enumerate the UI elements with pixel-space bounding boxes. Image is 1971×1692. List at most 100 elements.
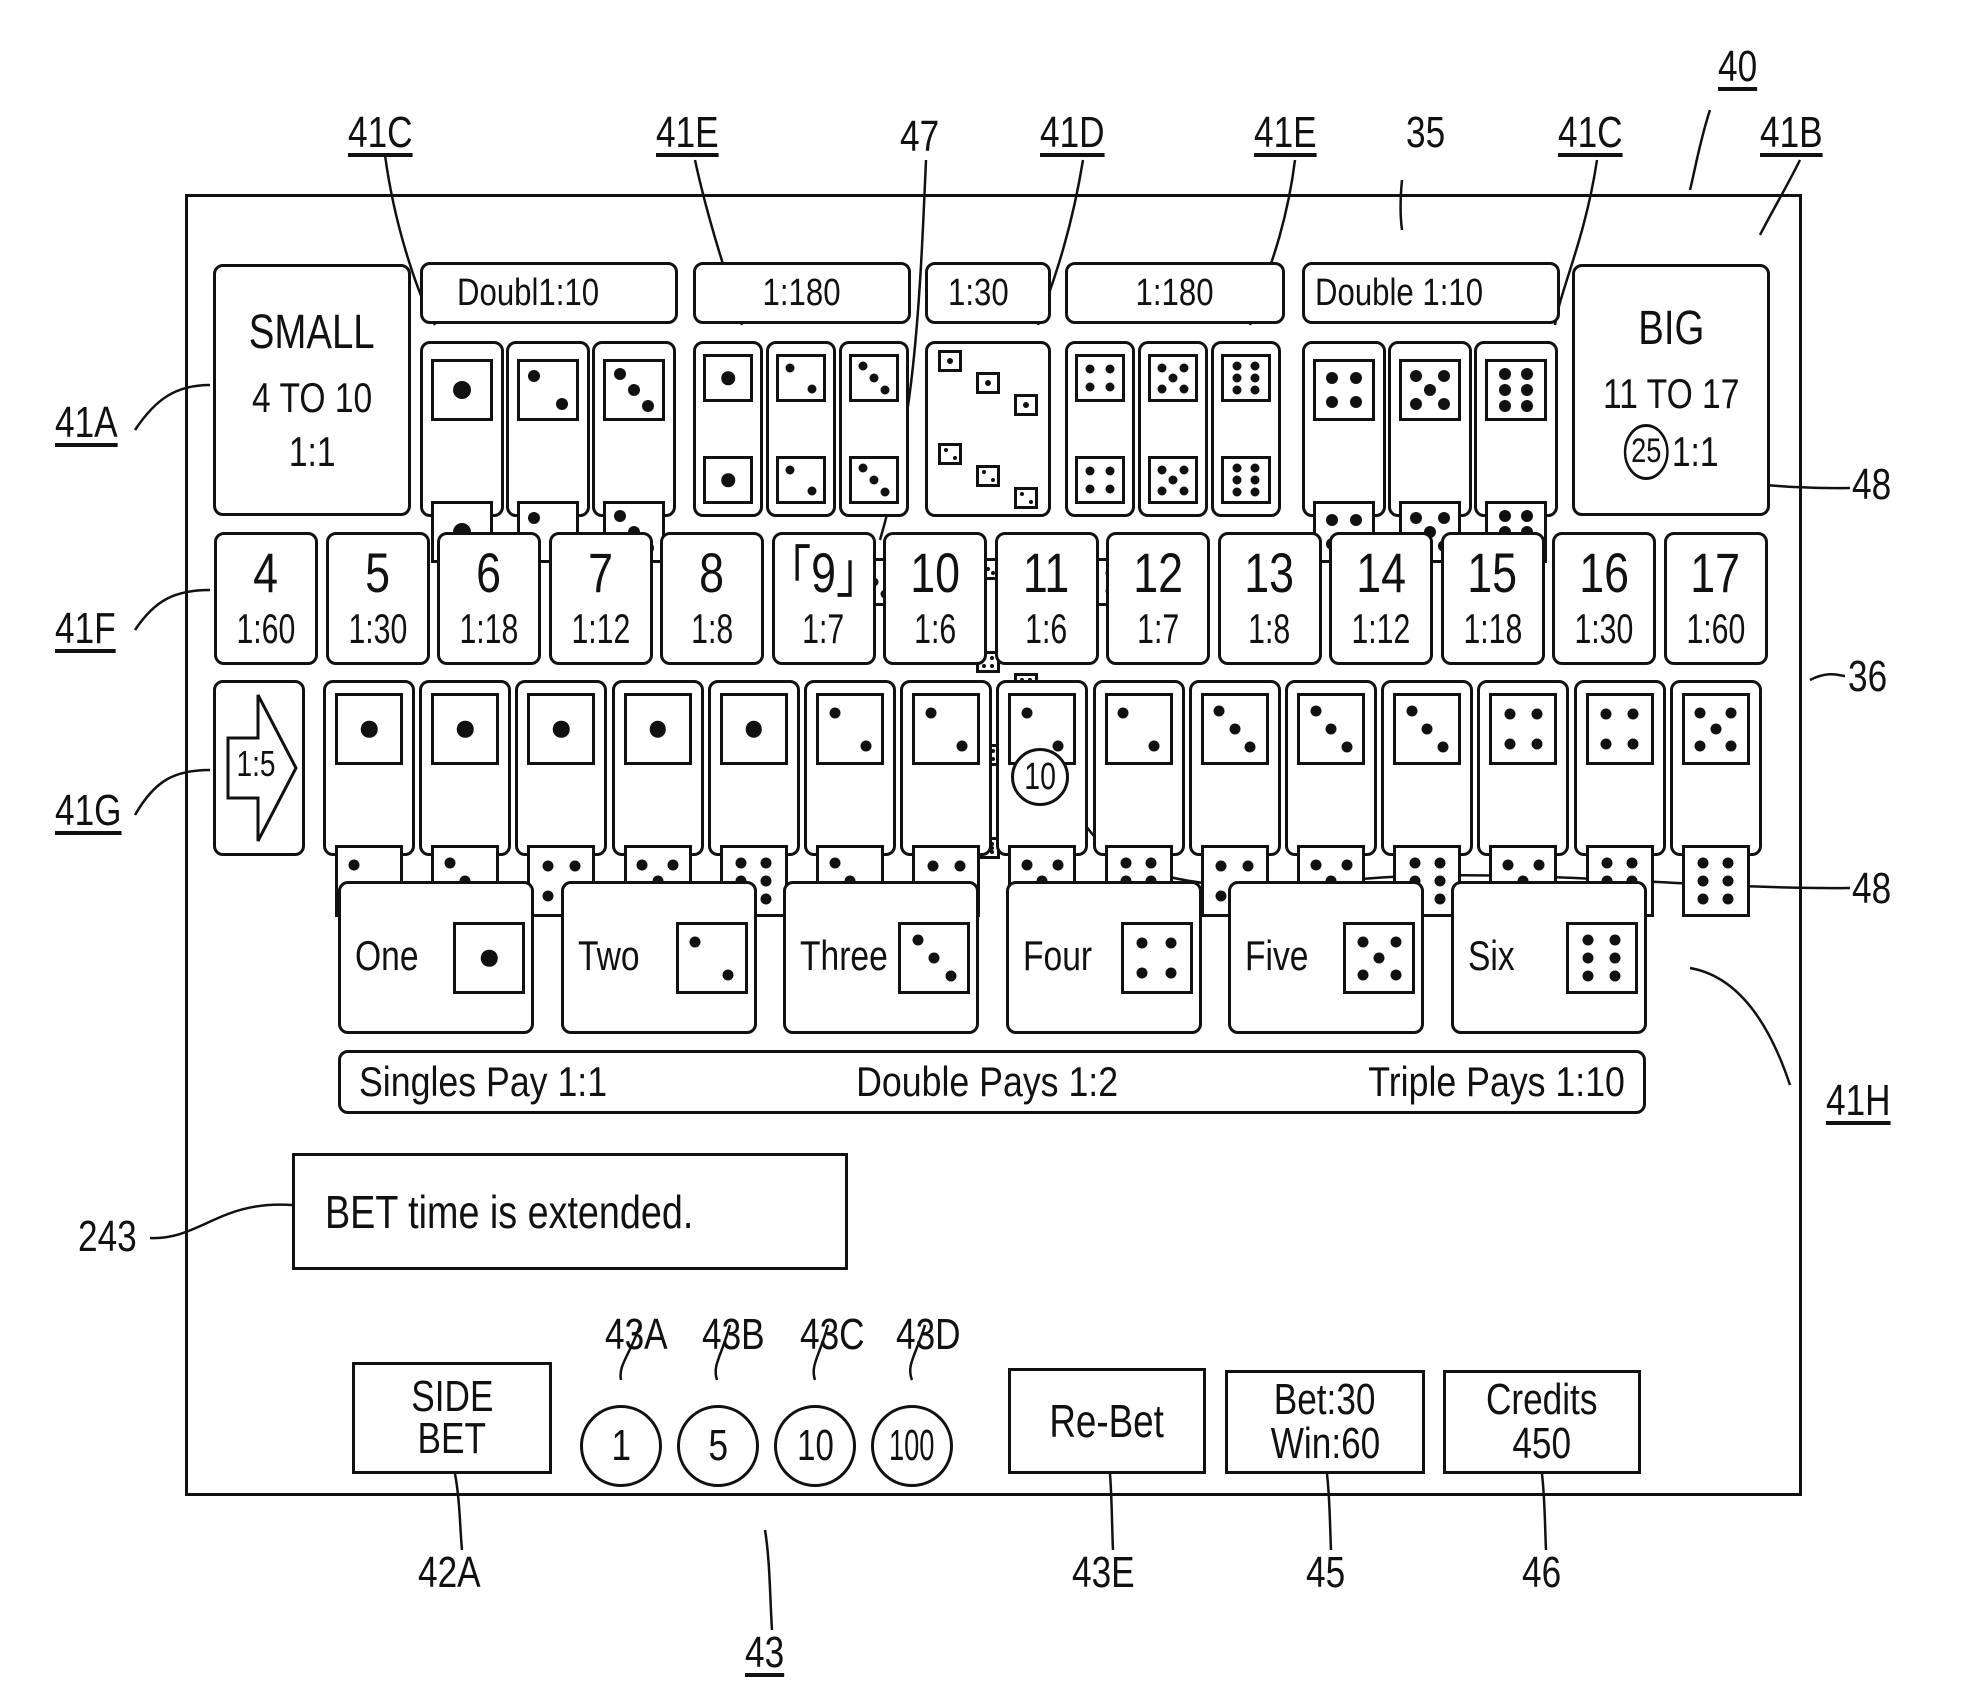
combo-bet-1-6[interactable] [707,680,800,917]
pip [1410,512,1422,524]
pip [945,970,956,982]
single-bet-four[interactable]: Four [1005,881,1202,1034]
pip [1600,708,1612,720]
pip [1250,385,1260,395]
single-bet-two[interactable]: Two [560,881,757,1034]
combo-bet-3-5[interactable] [1285,680,1377,917]
triple-bet-3[interactable] [839,341,909,606]
double-bet-4[interactable] [1302,341,1386,563]
ref-label-chips-group: 43 [745,1628,785,1677]
combo-bet-1-4[interactable] [515,680,608,917]
total-bet-9[interactable]: 13 1:8 [1217,532,1322,665]
ref-label-credits: 46 [1522,1548,1562,1597]
double-bet-2[interactable] [506,341,590,563]
big-payout: 1:1 [1671,427,1719,475]
pip [1117,707,1129,718]
pip [480,949,498,967]
single-bet-one[interactable]: One [338,881,534,1034]
pip [1019,492,1024,496]
pip [1232,475,1242,485]
pip [1157,363,1167,372]
pip [1085,484,1095,494]
single-bet-five[interactable]: Five [1228,881,1424,1034]
chip-10-button[interactable]: 10 [774,1405,856,1487]
triple-bet-6[interactable] [1211,341,1281,606]
total-bet-5[interactable]: 「9」 1:7 [766,532,881,665]
big-range: 11 TO 17 [1602,369,1740,417]
pip [912,934,923,946]
total-bet-1[interactable]: 5 1:30 [325,532,430,665]
pip [642,399,654,412]
pip [1179,363,1189,372]
pip [1531,708,1543,720]
pip [1697,875,1709,887]
total-bet-4[interactable]: 8 1:8 [660,532,764,665]
total-payout: 1:8 [1248,604,1291,652]
pip [880,487,890,497]
triple-bet-1[interactable] [693,341,763,606]
chip-5-button[interactable]: 5 [677,1405,759,1487]
triple-bet-5[interactable] [1138,341,1208,606]
total-bet-12[interactable]: 16 1:30 [1552,532,1656,665]
pip [760,875,772,887]
triple-bet-4[interactable] [1065,341,1135,606]
chip-1-button[interactable]: 1 [580,1405,662,1487]
total-bet-2[interactable]: 6 1:18 [437,532,541,665]
combo-bet-2-5[interactable]: 10 [996,680,1089,917]
chip-100-button[interactable]: 100 [871,1405,953,1487]
single-label: Four [1022,932,1092,979]
any-triple-bet[interactable] [925,341,1051,881]
single-bet-six[interactable]: Six [1450,881,1647,1034]
pip [1145,857,1157,869]
total-bet-7[interactable]: 11 1:6 [994,532,1099,665]
ref-label-48-top: 48 [1852,460,1892,509]
side-bet-button[interactable]: SIDE BET [352,1362,552,1474]
combo-bet-2-6[interactable] [1092,680,1185,917]
big-bet-area[interactable]: BIG 11 TO 17 25 1:1 [1572,264,1770,516]
combo-bet-2-3[interactable] [804,680,896,917]
combo-bet-1-3[interactable] [419,680,512,917]
combo-bet-3-4[interactable] [1188,680,1281,917]
combo-bet-4-5[interactable] [1477,680,1570,917]
total-bet-13[interactable]: 17 1:60 [1663,532,1768,665]
pip [785,363,795,372]
double-bet-5[interactable] [1388,341,1472,563]
total-bet-0[interactable]: 4 1:60 [214,532,318,665]
total-payout: 1:7 [802,604,845,652]
combo-bet-4-6[interactable] [1573,680,1666,917]
combo-bet-5-6[interactable] [1669,680,1762,917]
pip [1533,859,1545,870]
pip [1250,487,1260,497]
total-bet-3[interactable]: 7 1:12 [548,532,653,665]
pip [1609,952,1621,964]
combo-bet-1-5[interactable] [611,680,704,917]
total-bet-8[interactable]: 12 1:7 [1106,532,1210,665]
double-bet-6[interactable] [1474,341,1558,563]
small-bet-area[interactable]: SMALL 4 TO 10 1:1 [213,264,411,516]
pip [1105,484,1115,494]
pip [1502,859,1514,870]
pip [1582,952,1594,964]
die-face-2-icon [776,456,826,504]
total-number: 15 [1467,540,1518,604]
double-bet-3[interactable] [592,341,676,563]
pip [1085,466,1095,476]
total-bet-11[interactable]: 15 1:18 [1440,532,1545,665]
pip [1325,396,1338,409]
total-bet-10[interactable]: 14 1:12 [1329,532,1433,665]
pip [860,740,871,751]
triple-bet-2[interactable] [766,341,836,606]
double-bet-1[interactable] [420,341,504,563]
die-face-2-icon [976,465,1000,487]
combo-bet-3-6[interactable] [1381,680,1474,917]
combo-bet-2-4[interactable] [900,680,993,917]
ref-label-small-area: 41A [55,398,118,447]
pip [1250,361,1260,371]
single-bet-three[interactable]: Three [783,881,979,1034]
total-bet-6[interactable]: 10 1:6 [883,532,987,665]
die-face-6-icon [1565,922,1638,994]
rebet-button[interactable]: Re-Bet [1008,1368,1206,1474]
pip [1424,384,1436,396]
combo-bet-chip: 10 [1011,748,1070,806]
combo-bet-1-2[interactable] [323,680,415,917]
